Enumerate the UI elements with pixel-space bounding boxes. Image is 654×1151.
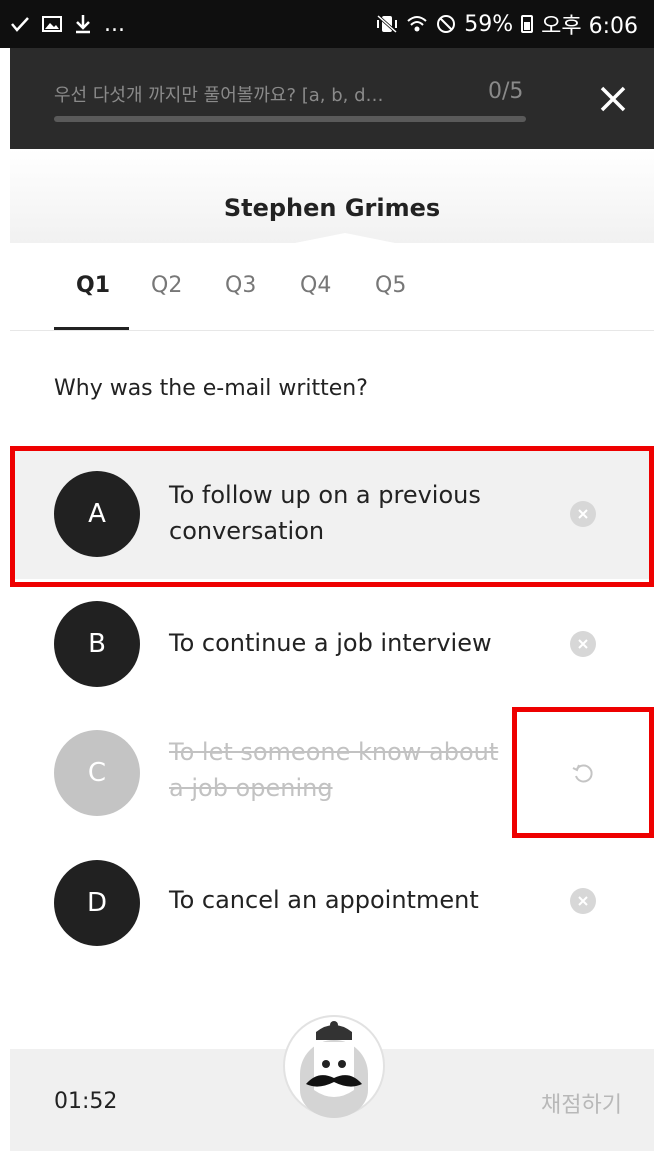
option-a[interactable]: A To follow up on a previous conversatio… [10,449,654,579]
remove-icon [578,639,588,649]
more-indicator: ... [104,11,125,37]
eliminate-button[interactable] [570,501,596,527]
do-not-disturb-icon [436,14,456,34]
option-text: To continue a job interview [169,625,529,661]
progress-bar [54,116,526,122]
option-text-line: conversation [169,517,325,545]
close-button[interactable] [596,82,630,116]
question-text: Why was the e-mail written? [54,376,368,401]
remove-icon [578,509,588,519]
option-letter: A [54,471,140,557]
undo-icon [572,764,593,783]
option-text-line: a job opening [169,774,333,802]
mascot-avatar[interactable] [282,1014,386,1118]
close-icon [600,86,626,112]
tab-q1[interactable]: Q1 [76,273,110,298]
speaker-bar: Stephen Grimes [10,149,654,243]
grade-button[interactable]: 채점하기 [541,1087,622,1119]
speaker-name: Stephen Grimes [223,194,441,222]
option-text-line: To cancel an appointment [169,886,479,914]
option-text-line: To continue a job interview [169,629,492,657]
option-text: To let someone know about a job opening [169,734,529,806]
tab-q5[interactable]: Q5 [375,273,406,298]
remove-icon [578,896,588,906]
image-icon [42,15,62,33]
quiz-header: 우선 다섯개 까지만 풀어볼까요? [a, b, d… 0/5 [10,48,654,149]
clock: 오후 6:06 [541,14,638,39]
wifi-icon [406,14,428,34]
battery-icon [521,15,534,33]
download-icon [74,14,92,34]
status-bar: ... 59% 오후 6:06 [0,0,654,48]
vibrate-mute-icon [376,14,398,34]
option-letter: B [54,601,140,687]
check-icon [10,15,30,33]
restore-button[interactable] [570,760,596,786]
tab-q3[interactable]: Q3 [225,273,256,298]
option-text: To cancel an appointment [169,882,529,918]
speaker-notch [295,233,395,243]
question-tabs: Q1 Q2 Q3 Q4 Q5 [10,243,654,331]
eliminate-button[interactable] [570,631,596,657]
tab-q2[interactable]: Q2 [151,273,182,298]
option-text-line: To let someone know about [169,738,499,766]
option-text: To follow up on a previous conversation [169,477,529,549]
progress-count: 0/5 [488,79,524,104]
tab-q4[interactable]: Q4 [300,273,331,298]
timer: 01:52 [54,1089,118,1114]
option-b[interactable]: B To continue a job interview [10,579,654,709]
active-tab-indicator [54,327,129,330]
battery-percent: 59% [464,11,514,37]
option-letter: C [54,730,140,816]
eliminate-button[interactable] [570,888,596,914]
set-title: 우선 다섯개 까지만 풀어볼까요? [a, b, d… [54,85,384,106]
option-letter: D [54,860,140,946]
option-c[interactable]: C To let someone know about a job openin… [10,708,654,838]
option-text-line: To follow up on a previous [169,481,481,509]
option-d[interactable]: D To cancel an appointment [10,838,654,968]
